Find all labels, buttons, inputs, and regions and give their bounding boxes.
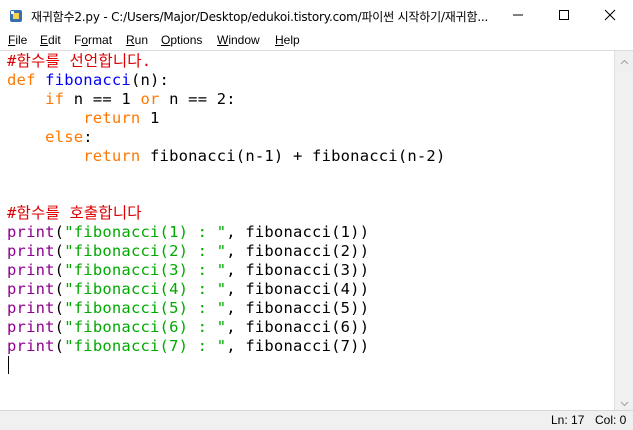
- vertical-scrollbar[interactable]: [614, 51, 633, 410]
- code-line-print: print("fibonacci(7) : ", fibonacci(7)): [7, 337, 370, 355]
- code-line-comment-declare: #함수를 선언합니다.: [7, 52, 152, 70]
- code-editor[interactable]: #함수를 선언합니다. def fibonacci(n): if n == 1 …: [0, 51, 614, 410]
- maximize-button[interactable]: [541, 0, 587, 31]
- maximize-icon: [558, 6, 570, 25]
- minimize-icon: [512, 6, 524, 25]
- code-line-print: print("fibonacci(2) : ", fibonacci(2)): [7, 242, 370, 260]
- code-line-if: if n == 1 or n == 2:: [45, 90, 236, 108]
- code-line-else: else:: [45, 128, 93, 146]
- code-line-return-1: return 1: [83, 109, 160, 127]
- code-line-print: print("fibonacci(6) : ", fibonacci(6)): [7, 318, 370, 336]
- minimize-button[interactable]: [495, 0, 541, 31]
- menu-run[interactable]: Run: [126, 33, 148, 47]
- code-line-print: print("fibonacci(1) : ", fibonacci(1)): [7, 223, 370, 241]
- status-bar: Ln: 17 Col: 0: [0, 410, 633, 430]
- chevron-down-icon: [620, 392, 629, 411]
- menu-file[interactable]: File: [8, 33, 27, 47]
- code-line-def: def fibonacci(n):: [7, 71, 170, 89]
- close-icon: [604, 6, 616, 25]
- menu-edit[interactable]: Edit: [40, 33, 61, 47]
- title-bar[interactable]: 재귀함수2.py - C:/Users/Major/Desktop/edukoi…: [0, 0, 633, 32]
- scroll-up-button[interactable]: [615, 51, 633, 68]
- code-line-return-recursive: return fibonacci(n-1) + fibonacci(n-2): [83, 147, 446, 165]
- code-line-print: print("fibonacci(5) : ", fibonacci(5)): [7, 299, 370, 317]
- chevron-up-icon: [620, 50, 629, 69]
- menu-window[interactable]: Window: [217, 33, 260, 47]
- code-line-comment-call: #함수를 호출합니다: [7, 204, 142, 222]
- menu-bar: File Edit Format Run Options Window Help: [0, 31, 633, 51]
- code-line-print: print("fibonacci(3) : ", fibonacci(3)): [7, 261, 370, 279]
- menu-help[interactable]: Help: [275, 33, 300, 47]
- status-column-number: Col: 0: [595, 413, 627, 427]
- python-file-icon: [9, 8, 23, 22]
- scroll-down-button[interactable]: [615, 393, 633, 410]
- menu-format[interactable]: Format: [74, 33, 112, 47]
- status-line-number: Ln: 17: [551, 413, 585, 427]
- menu-options[interactable]: Options: [161, 33, 202, 47]
- close-button[interactable]: [587, 0, 633, 31]
- window-title: 재귀함수2.py - C:/Users/Major/Desktop/edukoi…: [31, 10, 489, 24]
- text-caret: [8, 356, 9, 374]
- code-line-print: print("fibonacci(4) : ", fibonacci(4)): [7, 280, 370, 298]
